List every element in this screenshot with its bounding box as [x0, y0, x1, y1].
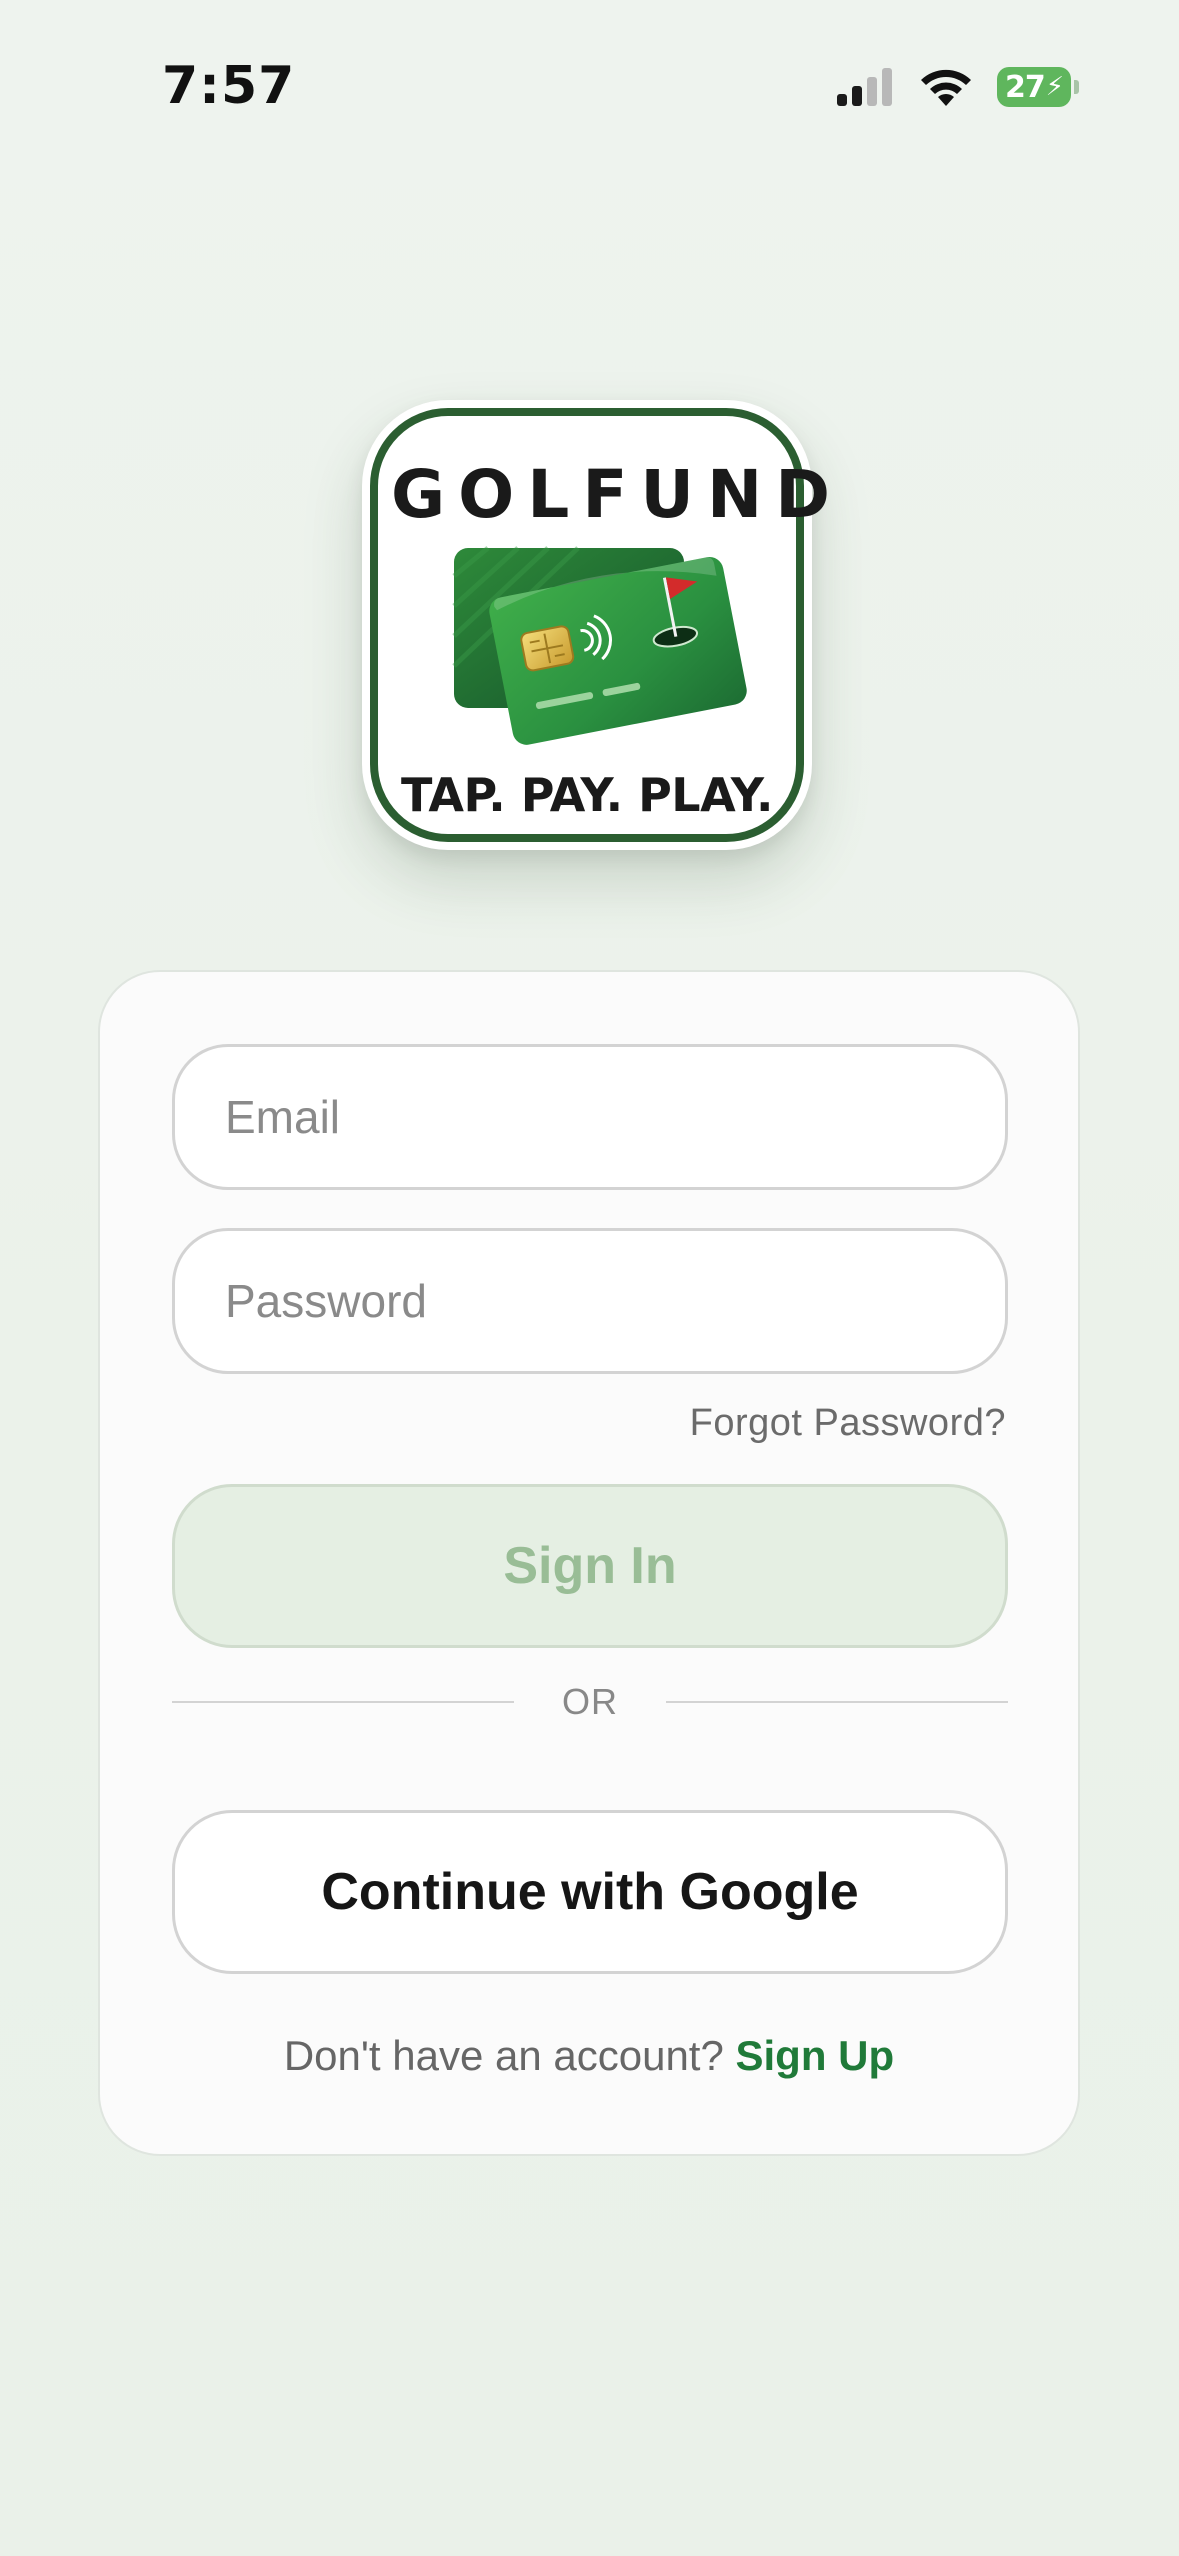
login-card: Forgot Password? Sign In OR Continue wit…	[98, 970, 1080, 2156]
wifi-icon	[921, 69, 971, 106]
sign-up-link[interactable]: Sign Up	[736, 2032, 895, 2079]
or-divider: OR	[172, 1672, 1008, 1732]
signup-prompt-row: Don't have an account? Sign Up	[100, 2032, 1078, 2080]
email-field[interactable]	[172, 1044, 1008, 1190]
status-time: 7:57	[162, 56, 296, 116]
app-logo: GOLFUND TAP. PAY. PLAY.	[362, 400, 844, 850]
sign-in-button[interactable]: Sign In	[172, 1484, 1008, 1648]
logo-title: GOLFUND	[391, 456, 844, 533]
sign-in-label: Sign In	[503, 1537, 677, 1595]
signup-prompt: Don't have an account?	[283, 2032, 736, 2079]
divider-label: OR	[562, 1681, 618, 1722]
google-button-label: Continue with Google	[321, 1863, 859, 1921]
continue-with-google-button[interactable]: Continue with Google	[172, 1810, 1008, 1974]
status-bar: 7:57 27 ⚡	[0, 0, 1179, 150]
password-input[interactable]	[223, 1273, 1005, 1329]
battery-level: 27 ⚡	[997, 67, 1071, 107]
status-icons: 27 ⚡	[835, 64, 1079, 110]
signal-icon	[837, 68, 892, 106]
logo-tagline: TAP. PAY. PLAY.	[401, 768, 773, 822]
forgot-password-link[interactable]: Forgot Password?	[690, 1402, 1006, 1445]
password-field[interactable]	[172, 1228, 1008, 1374]
email-input[interactable]	[223, 1089, 1005, 1145]
charging-bolt-icon: ⚡	[1045, 72, 1064, 102]
logo-frame: GOLFUND TAP. PAY. PLAY.	[370, 408, 844, 842]
golf-card-icon	[452, 546, 747, 745]
battery-charging-icon: 27 ⚡	[997, 67, 1079, 107]
